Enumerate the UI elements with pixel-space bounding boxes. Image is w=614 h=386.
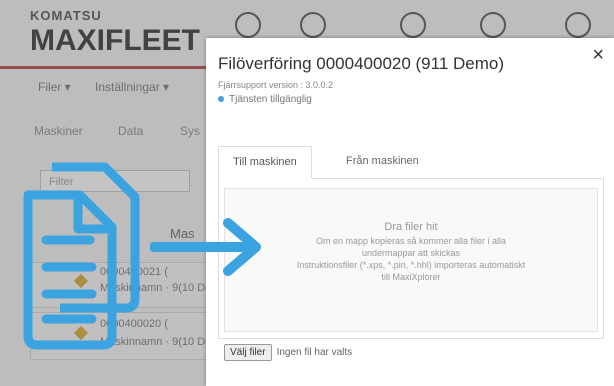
status-text: Tjänsten tillgänglig [229, 94, 312, 105]
dropzone-line: undermappar att skickas [361, 248, 461, 258]
dropzone-line: Instruktionsfiler (*.xps, *.pin, *.hhl) … [296, 260, 526, 270]
file-status-text: Ingen fil har valts [276, 347, 353, 358]
dropzone-line: Om en mapp kopieras så kommer alla filer… [315, 236, 507, 246]
status-dot-icon [218, 96, 224, 103]
tab-to-machine[interactable]: Till maskinen [218, 146, 312, 179]
arrow-right-icon [150, 218, 261, 276]
close-icon[interactable]: × [592, 44, 604, 67]
dropzone-title: Dra filer hit [384, 221, 438, 233]
file-transfer-dialog: × Filöverföring 0000400020 (911 Demo) Fj… [206, 38, 614, 386]
documents-icon [23, 162, 140, 350]
version-text: Fjärrsupport version : 3.0.0.2 [218, 80, 334, 90]
file-chooser: Välj filer Ingen fil har valts [224, 344, 352, 361]
file-dropzone[interactable]: Dra filer hit Om en mapp kopieras så kom… [224, 188, 598, 332]
tab-from-machine[interactable]: Från maskinen [332, 146, 433, 177]
dialog-title: Filöverföring 0000400020 (911 Demo) [218, 54, 505, 73]
service-status: Tjänsten tillgänglig [218, 94, 312, 105]
dropzone-line: till MaxiXplorer [381, 272, 441, 282]
choose-files-button[interactable]: Välj filer [224, 344, 272, 361]
tab-bar: Till maskinen Från maskinen [218, 146, 602, 179]
